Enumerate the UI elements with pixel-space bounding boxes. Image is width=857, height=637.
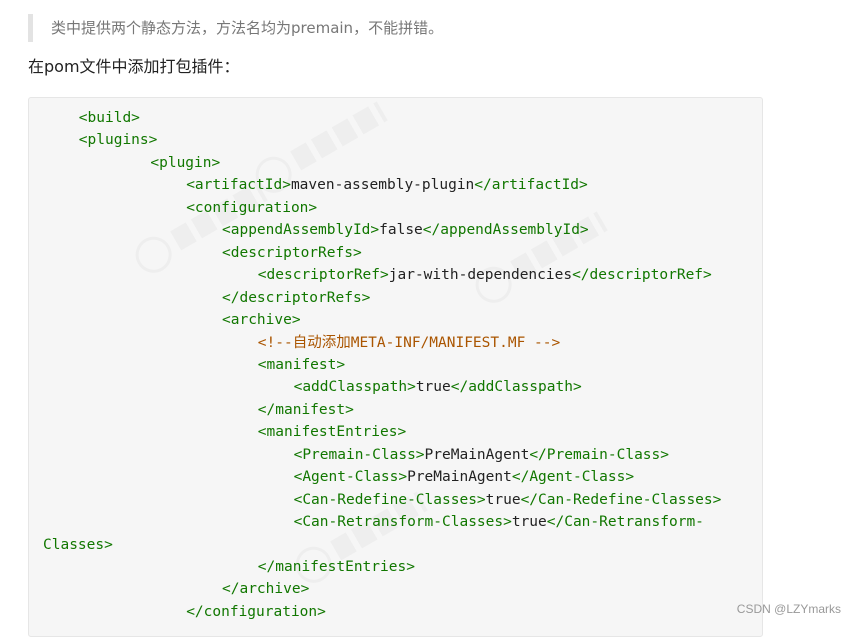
code-token-tag: Classes> [43,536,113,553]
code-line: <addClasspath>true</addClasspath> [294,376,582,398]
code-line: <Agent-Class>PreMainAgent</Agent-Class> [294,466,634,488]
code-line: <artifactId>maven-assembly-plugin</artif… [186,174,588,196]
code-token-tag: </Premain-Class> [529,446,669,463]
code-token-tag: <archive> [222,312,301,329]
code-token-comment: <!--自动添加META-INF/MANIFEST.MF --> [257,334,561,351]
code-token-val: PreMainAgent [424,446,530,463]
code-token-tag: <manifestEntries> [257,424,407,441]
quote-text: 类中提供两个静态方法，方法名均为premain，不能拼错。 [51,19,444,37]
code-token-val: maven-assembly-plugin [290,177,475,194]
code-token-tag: </archive> [222,581,310,598]
code-token-val: false [379,222,423,239]
code-line: <Can-Redefine-Classes>true</Can-Redefine… [294,489,722,511]
code-line: <manifestEntries> [258,421,406,443]
code-line: <configuration> [186,197,317,219]
code-line: <manifest> [258,354,345,376]
code-token-tag: <configuration> [186,199,318,216]
code-line: </manifest> [258,399,354,421]
code-token-tag: <build> [78,110,140,126]
code-token-tag: <Agent-Class> [293,469,408,486]
code-token-tag: </artifactId> [474,177,588,194]
code-line: <Can-Retransform-Classes>true</Can-Retra… [294,511,704,533]
code-line: <descriptorRefs> [222,242,362,264]
code-line: <!--自动添加META-INF/MANIFEST.MF --> [258,332,560,354]
code-token-tag: <appendAssemblyId> [222,222,380,239]
code-token-val: jar-with-dependencies [388,267,573,284]
csdn-watermark: CSDN @LZYmarks [736,602,841,616]
code-token-val: true [485,491,521,508]
code-token-tag: </Can-Redefine-Classes> [520,491,722,508]
code-line: Classes> [43,534,113,556]
code-token-tag: <descriptorRefs> [222,244,362,261]
code-token-tag: </Can-Retransform- [546,514,704,531]
code-block: <build> <plugins> <plugin> <artifactId>mave… [28,97,763,637]
code-line: </configuration> [186,601,326,623]
code-line: <build> [79,107,140,129]
code-token-tag: </manifestEntries> [257,559,415,575]
code-line: </manifestEntries> [258,556,415,578]
code-line: <Premain-Class>PreMainAgent</Premain-Cla… [294,444,669,466]
code-token-tag: <Premain-Class> [293,446,425,463]
code-token-val: true [511,514,547,531]
code-token-tag: <Can-Redefine-Classes> [293,491,486,508]
blockquote: 类中提供两个静态方法，方法名均为premain，不能拼错。 [28,14,508,42]
code-line: </archive> [222,578,309,600]
code-token-tag: <plugins> [78,132,158,149]
code-token-tag: </appendAssemblyId> [422,222,589,239]
code-token-tag: <Can-Retransform-Classes> [293,514,512,531]
code-line: <descriptorRef>jar-with-dependencies</de… [258,264,712,286]
code-token-val: PreMainAgent [407,469,512,486]
code-token-tag: </Agent-Class> [511,469,635,486]
code-token-val: true [415,379,451,396]
code-line: <plugin> [150,152,220,174]
code-token-tag: </configuration> [186,603,326,620]
code-token-tag: <plugin> [150,154,221,171]
code-line: </descriptorRefs> [222,287,370,309]
code-token-tag: <artifactId> [186,177,291,194]
code-line: <plugins> [79,129,158,151]
code-line: <appendAssemblyId>false</appendAssemblyI… [222,219,589,241]
paragraph: 在pom文件中添加打包插件： [28,57,240,76]
code-token-tag: <descriptorRef> [257,267,389,284]
code-token-tag: <manifest> [257,356,346,373]
code-token-tag: </descriptorRef> [572,267,712,284]
code-token-tag: </addClasspath> [450,379,582,396]
code-token-tag: <addClasspath> [293,379,416,396]
code-token-tag: </manifest> [257,401,354,418]
code-token-tag: </descriptorRefs> [222,289,371,306]
code-line: <archive> [222,309,301,331]
